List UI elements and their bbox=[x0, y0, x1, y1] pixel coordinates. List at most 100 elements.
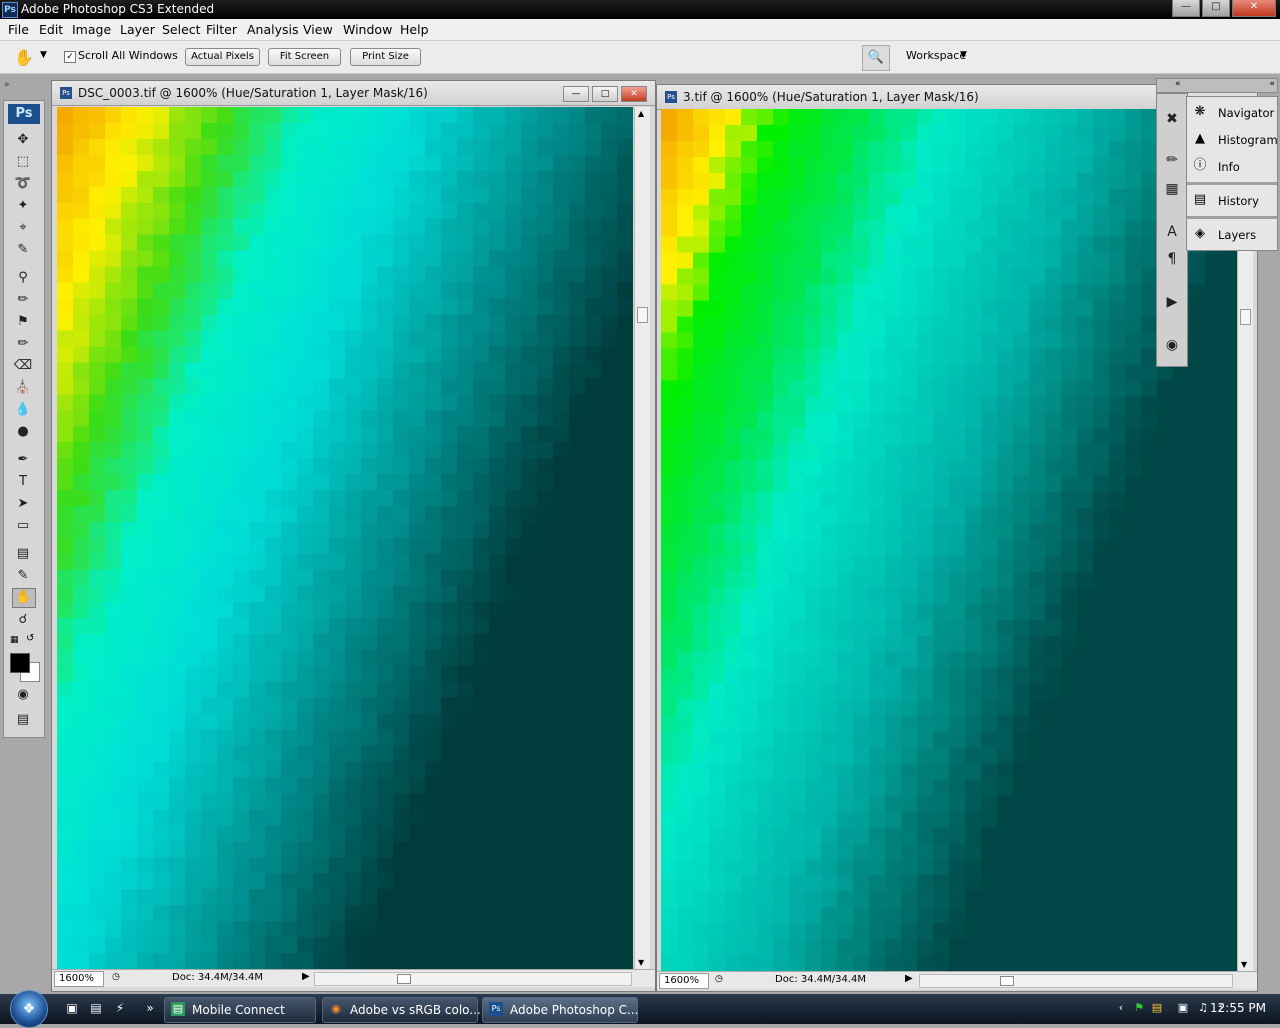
switch-windows-icon[interactable]: ▤ bbox=[88, 1000, 104, 1016]
default-colors-icon[interactable]: ▦ bbox=[10, 635, 19, 645]
panel-layers[interactable]: ◈ Layers bbox=[1187, 221, 1277, 248]
minimize-button[interactable]: — bbox=[1172, 0, 1200, 17]
quicklaunch-app-icon[interactable]: ⚡ bbox=[112, 1000, 128, 1016]
toolbox-collapse-icon[interactable]: » bbox=[4, 80, 10, 90]
workspace-chevron-down-icon[interactable]: ▼ bbox=[960, 50, 967, 60]
scroll-thumb[interactable] bbox=[637, 307, 648, 323]
maximize-button[interactable]: □ bbox=[1202, 0, 1230, 17]
collapse-icon[interactable]: « bbox=[1175, 79, 1181, 89]
foreground-color-swatch[interactable] bbox=[10, 653, 30, 673]
menu-analysis[interactable]: Analysis bbox=[247, 22, 299, 37]
3d-layers-icon[interactable]: ◉ bbox=[1162, 335, 1182, 355]
panel-dock-header[interactable]: « « bbox=[1156, 78, 1278, 93]
tray-expand-icon[interactable]: ‹ bbox=[1114, 1000, 1128, 1016]
panel-navigator[interactable]: ❋ Navigator bbox=[1187, 99, 1277, 126]
system-clock[interactable]: 12:55 PM bbox=[1210, 1001, 1266, 1015]
panel-info[interactable]: ⓘ Info bbox=[1187, 153, 1277, 180]
screen-mode-icon[interactable]: ▤ bbox=[12, 711, 34, 729]
scroll-down-icon[interactable]: ▼ bbox=[638, 958, 644, 967]
fit-screen-button[interactable]: Fit Screen bbox=[268, 48, 341, 66]
status-info-icon[interactable]: ◷ bbox=[715, 974, 723, 984]
taskbar-item-firefox[interactable]: ◉ Adobe vs sRGB colo... bbox=[322, 997, 481, 1023]
doc-close-button[interactable]: ✕ bbox=[621, 86, 647, 102]
quick-mask-icon[interactable]: ◉ bbox=[12, 686, 34, 704]
bridge-icon[interactable]: 🔍 bbox=[862, 45, 890, 71]
lasso-tool-icon[interactable]: ➰ bbox=[12, 175, 34, 193]
zoom-level-field[interactable]: 1600% bbox=[54, 971, 104, 987]
print-size-button[interactable]: Print Size bbox=[350, 48, 421, 66]
panel-histogram[interactable]: ▲ Histogram bbox=[1187, 126, 1278, 153]
menu-edit[interactable]: Edit bbox=[39, 22, 63, 37]
workspace-menu[interactable]: Workspace bbox=[906, 49, 966, 62]
marquee-tool-icon[interactable]: ⬚ bbox=[12, 153, 34, 171]
tools-preset-icon[interactable]: ✖ bbox=[1162, 109, 1182, 129]
hand-tool-icon[interactable]: ✋ bbox=[14, 48, 34, 67]
scroll-thumb[interactable] bbox=[1240, 309, 1251, 325]
eyedropper-tool-icon[interactable]: ✎ bbox=[12, 567, 34, 585]
vertical-scrollbar[interactable]: ▲ ▼ bbox=[634, 107, 650, 969]
pen-tool-icon[interactable]: ✒ bbox=[12, 451, 34, 469]
move-tool-icon[interactable]: ✥ bbox=[12, 131, 34, 149]
status-menu-arrow-icon[interactable]: ▶ bbox=[302, 971, 310, 982]
start-button[interactable]: ❖ bbox=[10, 990, 48, 1028]
rectangle-tool-icon[interactable]: ▭ bbox=[12, 517, 34, 535]
close-button[interactable]: ✕ bbox=[1232, 0, 1276, 17]
status-menu-arrow-icon[interactable]: ▶ bbox=[905, 973, 913, 984]
menu-file[interactable]: File bbox=[8, 22, 29, 37]
history-brush-tool-icon[interactable]: ✏ bbox=[12, 335, 34, 353]
network-icon[interactable]: ▣ bbox=[1176, 1000, 1190, 1016]
scroll-all-windows-checkbox[interactable]: ✓ bbox=[64, 51, 76, 63]
horizontal-scroll-thumb[interactable] bbox=[1000, 976, 1014, 986]
character-icon[interactable]: A bbox=[1162, 222, 1182, 242]
quicklaunch-more-icon[interactable]: » bbox=[142, 1000, 158, 1016]
flag-icon[interactable]: ⚑ bbox=[1132, 1000, 1146, 1016]
path-selection-tool-icon[interactable]: ➤ bbox=[12, 495, 34, 513]
zoom-tool-icon[interactable]: ☌ bbox=[12, 611, 34, 629]
show-desktop-icon[interactable]: ▣ bbox=[64, 1000, 80, 1016]
brushes-icon[interactable]: ✏ bbox=[1162, 150, 1182, 170]
taskbar-item-photoshop[interactable]: Ps Adobe Photoshop C... bbox=[482, 997, 638, 1023]
notes-tool-icon[interactable]: ▤ bbox=[12, 545, 34, 563]
actual-pixels-button[interactable]: Actual Pixels bbox=[185, 48, 260, 66]
paragraph-icon[interactable]: ¶ bbox=[1162, 249, 1182, 269]
zoom-level-field[interactable]: 1600% bbox=[659, 973, 709, 989]
panel-history[interactable]: ▤ History bbox=[1187, 187, 1277, 214]
scroll-up-icon[interactable]: ▲ bbox=[638, 109, 644, 118]
taskbar-item-mobile-connect[interactable]: ▤ Mobile Connect bbox=[164, 997, 316, 1023]
paint-bucket-tool-icon[interactable]: ⛪ bbox=[12, 379, 34, 397]
horizontal-scrollbar[interactable] bbox=[919, 974, 1233, 988]
image-canvas[interactable] bbox=[661, 109, 1237, 971]
swap-colors-icon[interactable]: ↺ bbox=[26, 633, 34, 644]
doc-minimize-button[interactable]: — bbox=[563, 86, 589, 102]
horizontal-scrollbar[interactable] bbox=[314, 972, 632, 986]
menu-view[interactable]: View bbox=[303, 22, 333, 37]
tool-preset-chevron-down-icon[interactable]: ▼ bbox=[40, 50, 47, 60]
signal-icon[interactable]: ▤ bbox=[1150, 1000, 1164, 1016]
expand-icon[interactable]: « bbox=[1269, 79, 1275, 89]
clone-source-icon[interactable]: ▦ bbox=[1162, 179, 1182, 199]
menu-select[interactable]: Select bbox=[162, 22, 201, 37]
type-tool-icon[interactable]: T bbox=[12, 473, 34, 491]
healing-brush-tool-icon[interactable]: ⚲ bbox=[12, 269, 34, 287]
menu-help[interactable]: Help bbox=[400, 22, 429, 37]
image-canvas[interactable] bbox=[57, 107, 633, 969]
blur-tool-icon[interactable]: 💧 bbox=[12, 401, 34, 419]
eraser-tool-icon[interactable]: ⌫ bbox=[12, 357, 34, 375]
magic-wand-tool-icon[interactable]: ✦ bbox=[12, 197, 34, 215]
slice-tool-icon[interactable]: ✎ bbox=[12, 241, 34, 259]
crop-tool-icon[interactable]: ⌖ bbox=[12, 219, 34, 237]
scroll-down-icon[interactable]: ▼ bbox=[1241, 960, 1247, 969]
brush-tool-icon[interactable]: ✏ bbox=[12, 291, 34, 309]
menu-image[interactable]: Image bbox=[72, 22, 111, 37]
menu-filter[interactable]: Filter bbox=[206, 22, 237, 37]
horizontal-scroll-thumb[interactable] bbox=[397, 974, 411, 984]
dodge-tool-icon[interactable]: ● bbox=[12, 423, 34, 441]
menu-window[interactable]: Window bbox=[343, 22, 392, 37]
status-info-icon[interactable]: ◷ bbox=[112, 972, 120, 982]
volume-icon[interactable]: ♫ bbox=[1196, 1000, 1210, 1016]
menu-layer[interactable]: Layer bbox=[120, 22, 155, 37]
animation-icon[interactable]: ▶ bbox=[1162, 292, 1182, 312]
doc-maximize-button[interactable]: □ bbox=[592, 86, 618, 102]
hand-tool-icon[interactable]: ✋ bbox=[12, 588, 36, 608]
clone-stamp-tool-icon[interactable]: ⚑ bbox=[12, 313, 34, 331]
